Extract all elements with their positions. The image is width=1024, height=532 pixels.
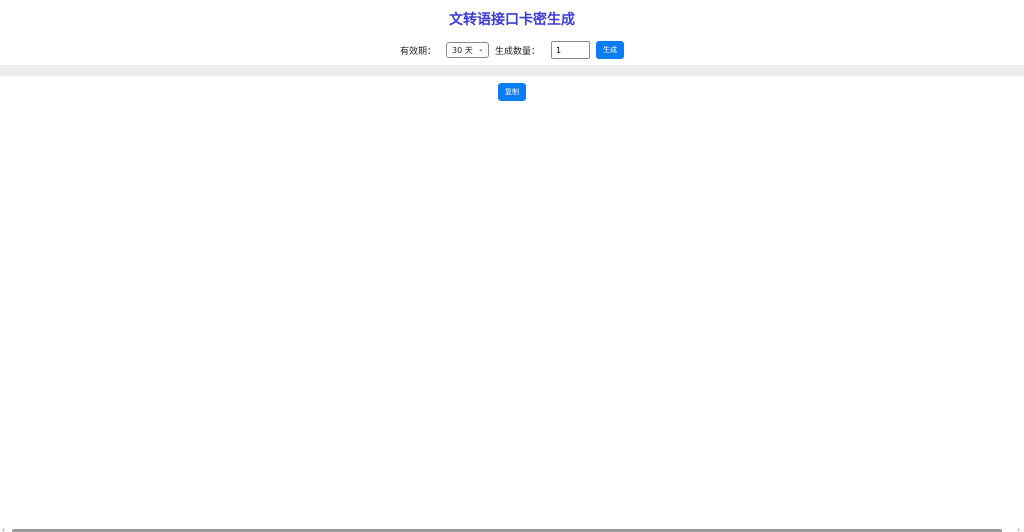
chevron-left-icon[interactable]: ‹	[2, 526, 5, 532]
generate-button[interactable]: 生成	[596, 41, 625, 59]
page: 文转语接口卡密生成 有效期： 30 天 ⌄ 生成数量： 生成 复制 ‹ ›	[0, 0, 1024, 532]
horizontal-scrollbar[interactable]: ‹ ›	[0, 526, 1024, 532]
quantity-label: 生成数量：	[495, 46, 541, 57]
chevron-right-icon[interactable]: ›	[1017, 526, 1020, 532]
quantity-input[interactable]	[551, 41, 591, 59]
generator-controls: 有效期： 30 天 ⌄ 生成数量： 生成	[0, 40, 1024, 60]
copy-row: 复制	[0, 83, 1024, 101]
copy-button[interactable]: 复制	[498, 83, 526, 101]
output-area	[0, 65, 1024, 76]
chevron-down-icon: ⌄	[478, 45, 484, 53]
page-title: 文转语接口卡密生成	[449, 12, 575, 28]
validity-select[interactable]: 30 天 ⌄	[446, 42, 489, 58]
validity-label: 有效期：	[399, 46, 436, 57]
validity-selected-value: 30 天	[452, 45, 473, 55]
